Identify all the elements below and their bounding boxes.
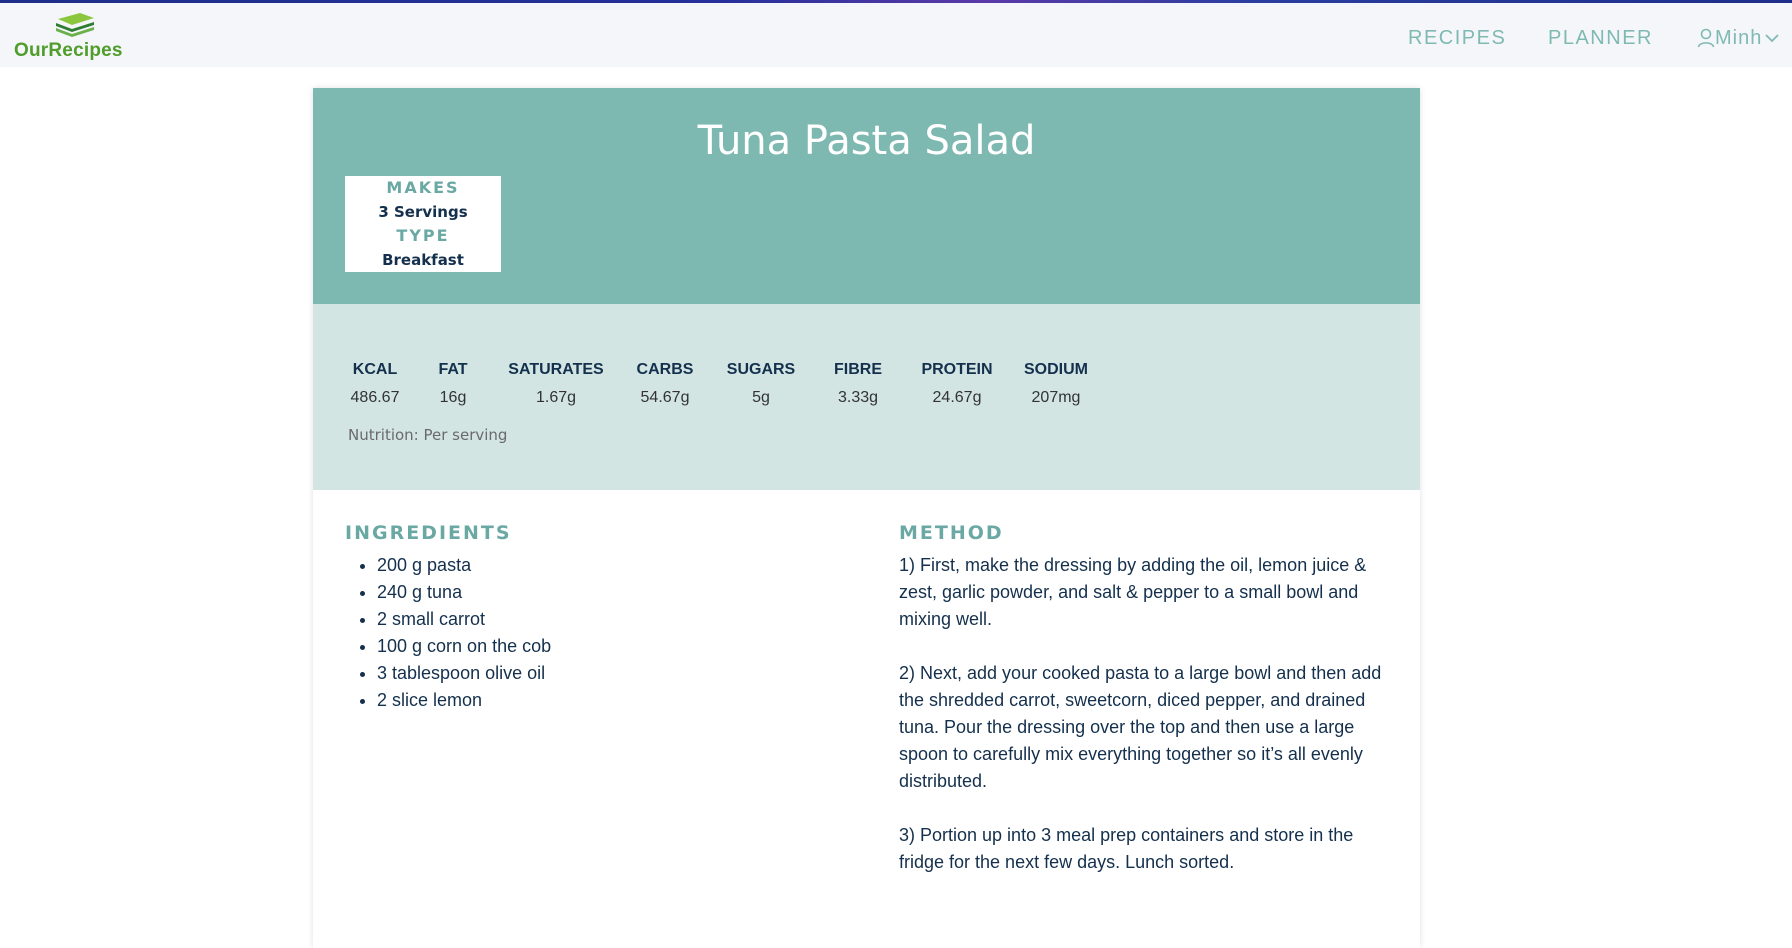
nutrition-panel: KCAL 486.67 FAT 16g SATURATES 1.67g CARB… [313,304,1420,490]
ingredient-item: 2 small carrot [377,606,551,633]
method-steps: 1) First, make the dressing by adding th… [899,552,1399,903]
user-name: Minh [1715,26,1763,49]
ingredient-item: 200 g pasta [377,552,551,579]
nutrition-label: CARBS [636,361,694,378]
nutrition-kcal: KCAL 486.67 [343,356,407,412]
user-menu[interactable]: Minh [1697,23,1780,53]
nutrition-label: SUGARS [726,361,796,378]
logo[interactable]: OurRecipes [14,11,134,67]
recipe-title: Tuna Pasta Salad [697,118,1036,164]
nutrition-saturates: SATURATES 1.67g [499,356,613,412]
nutrition-value: 5g [752,389,770,406]
nutrition-fat: FAT 16g [407,356,499,412]
ingredients-heading: INGREDIENTS [345,522,512,544]
nutrition-label: SATURATES [508,361,604,378]
ingredient-item: 3 tablespoon olive oil [377,660,551,687]
recipe-card: Tuna Pasta Salad MAKES 3 Servings TYPE B… [313,88,1420,948]
ingredient-item: 100 g corn on the cob [377,633,551,660]
nutrition-value: 16g [439,389,467,406]
type-label: TYPE [396,226,450,245]
nutrition-note: Nutrition: Per serving [348,426,508,444]
method-step: 3) Portion up into 3 meal prep container… [899,825,1354,872]
ingredient-item: 2 slice lemon [377,687,551,714]
nutrition-fibre: FIBRE 3.33g [805,356,911,412]
nutrition-label: PROTEIN [921,361,993,378]
nutrition-label: FAT [438,361,468,378]
nutrition-value: 24.67g [932,389,982,406]
nutrition-label: KCAL [352,361,398,378]
nutrition-value: 207mg [1031,389,1081,406]
nutrition-carbs: CARBS 54.67g [613,356,717,412]
nutrition-label: SODIUM [1024,361,1088,378]
nutrition-value: 3.33g [837,389,879,406]
makes-value: 3 Servings [378,203,468,221]
method-heading: METHOD [899,522,1004,544]
ingredient-item: 240 g tuna [377,579,551,606]
nav-recipes[interactable]: RECIPES [1408,27,1506,50]
user-icon [1697,28,1715,48]
navbar: OurRecipes RECIPES PLANNER Minh [0,3,1792,67]
nutrition-value: 486.67 [350,389,400,406]
logo-text: OurRecipes [14,40,123,61]
sandwich-logo-icon [56,13,94,37]
recipe-info-box: MAKES 3 Servings TYPE Breakfast [345,176,501,272]
nutrition-value: 54.67g [640,389,690,406]
nutrition-sugars: SUGARS 5g [717,356,805,412]
nutrition-label: FIBRE [834,361,882,378]
method-step: 1) First, make the dressing by adding th… [899,555,1367,629]
recipe-header: Tuna Pasta Salad MAKES 3 Servings TYPE B… [313,88,1420,304]
nutrition-protein: PROTEIN 24.67g [911,356,1003,412]
nav-planner[interactable]: PLANNER [1548,27,1653,50]
method-step: 2) Next, add your cooked pasta to a larg… [899,663,1382,791]
type-value: Breakfast [382,251,464,269]
makes-label: MAKES [386,178,460,197]
chevron-down-icon [1765,34,1779,43]
nutrition-value: 1.67g [535,389,577,406]
nutrition-row: KCAL 486.67 FAT 16g SATURATES 1.67g CARB… [343,356,1109,412]
ingredients-list: 200 g pasta 240 g tuna 2 small carrot 10… [345,552,551,714]
nutrition-sodium: SODIUM 207mg [1003,356,1109,412]
